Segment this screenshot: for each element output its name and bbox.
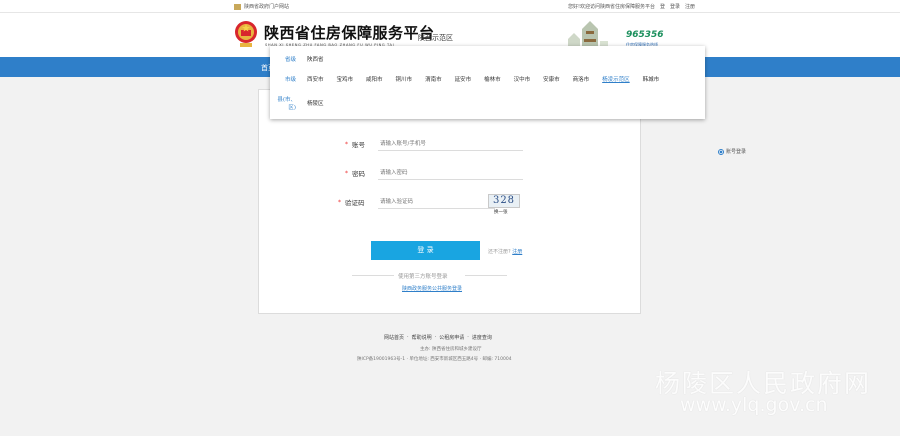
register-hint-text: 还不注册? <box>488 249 511 255</box>
required-mark: * <box>338 198 341 206</box>
national-emblem-icon <box>235 21 257 47</box>
account-login-label: 账号登录 <box>726 149 747 155</box>
password-input[interactable] <box>378 166 523 180</box>
footer-separator: · <box>467 334 469 340</box>
required-mark: * <box>345 169 348 177</box>
city-option[interactable]: 渭南市 <box>425 75 442 83</box>
password-row: * 密码 <box>345 166 523 180</box>
login-link-top-short[interactable]: 登 <box>660 3 665 10</box>
county-level-label: 县(市、区) <box>277 97 296 111</box>
register-hint: 还不注册? 注册 <box>488 248 522 255</box>
radio-icon[interactable] <box>718 148 724 155</box>
city-option[interactable]: 汉中市 <box>514 75 531 83</box>
password-label: 密码 <box>352 170 365 178</box>
register-link-top[interactable]: 注册 <box>685 3 695 10</box>
gov-portal-link[interactable]: 陕西省政府门户网站 <box>234 3 289 10</box>
register-link[interactable]: 注册 <box>512 249 522 255</box>
footer-link-home[interactable]: 网站首页 <box>384 334 404 341</box>
emblem-small-icon <box>234 3 241 10</box>
login-link-top[interactable]: 登录 <box>670 3 680 10</box>
city-dropdown: 省级 陕西省 市级 西安市 宝鸡市 咸阳市 铜川市 渭南市 延安市 榆林市 汉中… <box>270 46 705 119</box>
city-option[interactable]: 榆林市 <box>484 75 501 83</box>
county-option[interactable]: 杨陵区 <box>307 99 324 107</box>
captcha-refresh[interactable]: 换一张 <box>494 209 508 215</box>
footer-icp: 陕ICP备19001963号-1 · 单位地址: 西安市新城区西五路4号 · 邮… <box>357 357 512 362</box>
city-option[interactable]: 延安市 <box>455 75 472 83</box>
captcha-image[interactable]: 328 <box>488 194 520 208</box>
divider-right <box>465 275 507 276</box>
top-bar: 陕西省政府门户网站 您好!欢迎访问陕西省住房保障服务平台 登 登录 注册 <box>0 0 900 13</box>
welcome-text: 您好!欢迎访问陕西省住房保障服务平台 <box>568 4 656 10</box>
footer-link-progress[interactable]: 进度查询 <box>472 334 492 341</box>
city-switch[interactable]: 陕西示范区 <box>418 33 453 43</box>
gov-service-login-link[interactable]: 陕西政务服务公共服务登录 <box>402 285 462 292</box>
captcha-input[interactable] <box>378 195 495 209</box>
footer-link-apply[interactable]: 公租房申请 <box>439 334 464 341</box>
gov-portal-label: 陕西省政府门户网站 <box>244 4 290 10</box>
account-label: 账号 <box>352 141 365 149</box>
city-option[interactable]: 韩城市 <box>643 75 660 83</box>
city-option[interactable]: 安康市 <box>543 75 560 83</box>
city-option[interactable]: 陕西省 <box>307 55 324 63</box>
footer-separator: · <box>407 334 409 340</box>
account-row: * 账号 <box>345 137 523 151</box>
city-option[interactable]: 铜川市 <box>396 75 413 83</box>
user-links: 您好!欢迎访问陕西省住房保障服务平台 登 登录 注册 <box>568 3 695 10</box>
divider-left <box>352 275 394 276</box>
city-option[interactable]: 商洛市 <box>573 75 590 83</box>
city-level-label: 市级 <box>284 77 296 83</box>
footer-sponsor: 主办: 陕西省住房和城乡建设厅 <box>420 347 482 352</box>
site-title[interactable]: 陕西省住房保障服务平台 <box>264 22 435 43</box>
hotline-number: 965356 <box>626 30 664 40</box>
footer-link-help[interactable]: 帮助说明 <box>412 334 432 341</box>
city-row: 市级 西安市 宝鸡市 咸阳市 铜川市 渭南市 延安市 榆林市 汉中市 安康市 商… <box>270 75 672 83</box>
city-option[interactable]: 宝鸡市 <box>337 75 354 83</box>
footer-links: 网站首页 · 帮助说明 · 公租房申请 · 进度查询 <box>384 334 492 341</box>
required-mark: * <box>345 140 348 148</box>
city-option[interactable]: 咸阳市 <box>366 75 383 83</box>
login-button[interactable]: 登 录 <box>371 241 480 260</box>
account-input[interactable] <box>378 137 523 151</box>
city-option[interactable]: 西安市 <box>307 75 324 83</box>
county-row: 县(市、区) 杨陵区 <box>270 95 337 111</box>
captcha-row: * 验证码 <box>338 195 495 209</box>
footer-separator: · <box>434 334 437 340</box>
account-login-option[interactable]: 账号登录 <box>718 148 746 155</box>
captcha-label: 验证码 <box>345 199 365 207</box>
province-row: 省级 陕西省 <box>270 55 337 63</box>
city-option-selected[interactable]: 杨凌示范区 <box>602 75 630 83</box>
third-party-title: 使用第三方账号登录 <box>398 274 448 280</box>
watermark-url: www.ylq.gov.cn <box>680 394 828 416</box>
province-label: 省级 <box>284 57 296 63</box>
